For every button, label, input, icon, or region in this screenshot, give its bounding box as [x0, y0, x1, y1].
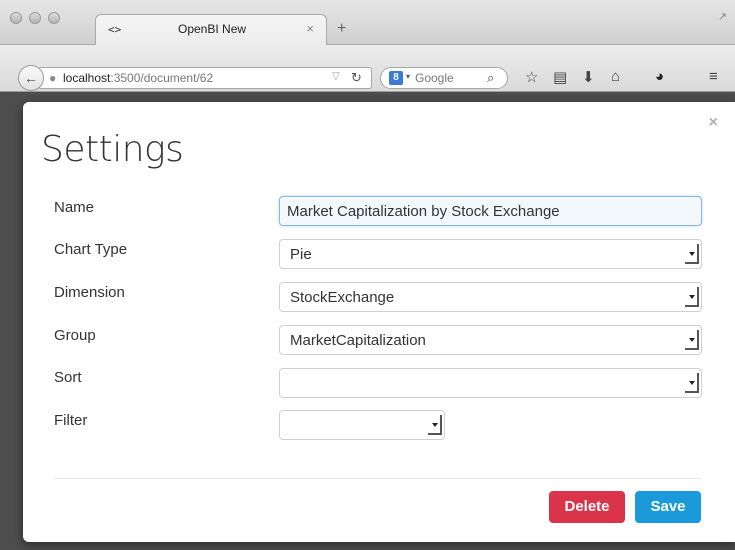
- browser-tab[interactable]: <> OpenBI New ×: [95, 14, 327, 45]
- group-value: MarketCapitalization: [290, 332, 426, 349]
- group-select[interactable]: MarketCapitalization: [279, 325, 702, 355]
- sort-select[interactable]: [279, 368, 702, 398]
- settings-modal: × Settings Name Market Capitalization by…: [23, 102, 735, 542]
- new-tab-button[interactable]: +: [337, 20, 346, 38]
- chevron-down-icon[interactable]: ▾: [406, 72, 410, 81]
- url-text: localhost:3500/document/62: [63, 71, 213, 85]
- tab-title: OpenBI New: [178, 22, 247, 36]
- navigation-toolbar: ● localhost:3500/document/62 ▽ ↻ ← 8 ▾ G…: [0, 45, 735, 92]
- tab-bar: <> OpenBI New × + ↗: [0, 0, 735, 45]
- reload-icon[interactable]: ↻: [351, 70, 362, 86]
- group-label: Group: [54, 327, 96, 344]
- star-icon[interactable]: ☆: [525, 68, 538, 86]
- back-arrow-icon: ←: [24, 70, 38, 86]
- delete-button[interactable]: Delete: [549, 491, 625, 523]
- footer-divider: [54, 478, 701, 479]
- window-close-button[interactable]: [10, 12, 22, 24]
- close-icon[interactable]: ×: [709, 114, 718, 132]
- chevron-down-icon: [685, 330, 699, 350]
- filter-label: Filter: [54, 412, 88, 429]
- chart-type-select[interactable]: Pie: [279, 239, 702, 269]
- chart-type-value: Pie: [290, 246, 312, 263]
- home-icon[interactable]: ⌂: [611, 68, 620, 85]
- window-minimize-button[interactable]: [29, 12, 41, 24]
- search-icon[interactable]: ⌕: [487, 70, 494, 86]
- back-button[interactable]: ←: [18, 65, 44, 91]
- window-zoom-button[interactable]: [48, 12, 60, 24]
- chart-type-label: Chart Type: [54, 241, 128, 258]
- url-host: localhost: [63, 71, 111, 85]
- extension-icon[interactable]: ◕: [655, 68, 664, 85]
- bookmarks-icon[interactable]: ▤: [553, 68, 567, 86]
- dimension-select[interactable]: StockExchange: [279, 282, 702, 312]
- url-dropdown-icon[interactable]: ▽: [332, 71, 340, 82]
- url-bar[interactable]: ● localhost:3500/document/62 ▽ ↻: [38, 67, 372, 89]
- search-engine-icon[interactable]: 8: [389, 71, 403, 85]
- download-icon[interactable]: ⬇: [582, 68, 595, 86]
- filter-select[interactable]: [279, 410, 445, 440]
- tab-close-icon[interactable]: ×: [306, 21, 314, 36]
- sort-label: Sort: [54, 369, 82, 386]
- fullscreen-icon[interactable]: ↗: [718, 10, 727, 23]
- save-button[interactable]: Save: [635, 491, 701, 523]
- menu-icon[interactable]: ≡: [709, 68, 718, 85]
- name-value: Market Capitalization by Stock Exchange: [287, 203, 560, 220]
- search-placeholder: Google: [415, 71, 454, 85]
- favicon-icon: <>: [108, 23, 122, 36]
- dimension-label: Dimension: [54, 284, 125, 301]
- chevron-down-icon: [685, 244, 699, 264]
- globe-icon: ●: [49, 71, 57, 85]
- modal-title: Settings: [41, 129, 184, 170]
- name-input[interactable]: Market Capitalization by Stock Exchange: [279, 196, 702, 226]
- chevron-down-icon: [685, 287, 699, 307]
- url-path: :3500/document/62: [110, 71, 214, 85]
- search-bar[interactable]: 8 ▾ Google ⌕: [380, 67, 508, 89]
- name-label: Name: [54, 199, 95, 216]
- chevron-down-icon: [685, 373, 699, 393]
- chevron-down-icon: [428, 415, 442, 435]
- browser-window: <> OpenBI New × + ↗ ● localhost:3500/doc…: [0, 0, 735, 550]
- dimension-value: StockExchange: [290, 289, 395, 306]
